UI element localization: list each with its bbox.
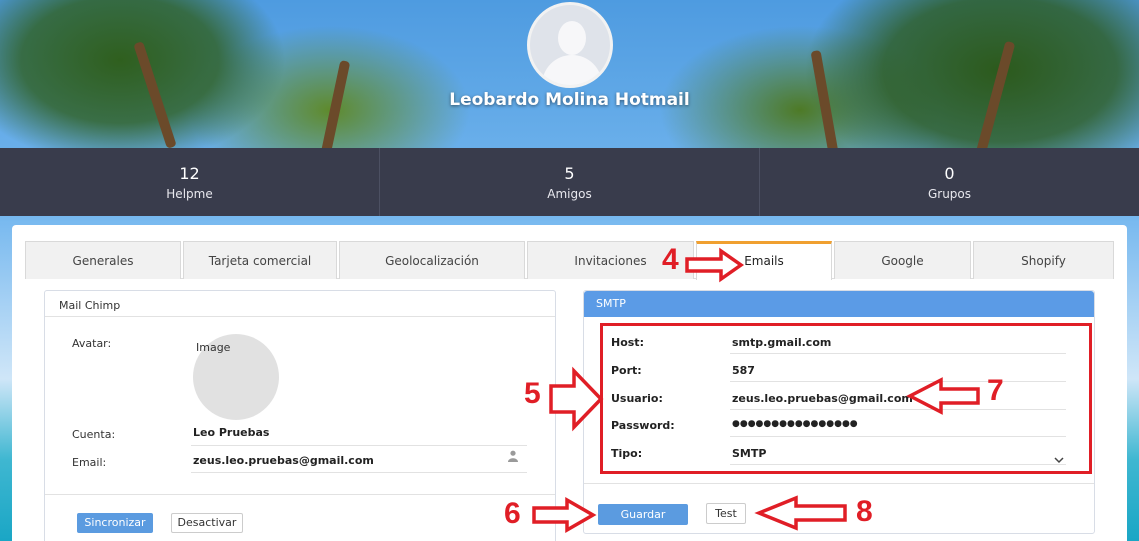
tab-generales[interactable]: Generales: [25, 241, 181, 279]
smtp-title: SMTP: [584, 291, 1094, 317]
annotation-arrow-5-icon: [549, 366, 604, 432]
avatar-label: Avatar:: [72, 337, 112, 350]
stat-amigos[interactable]: 5 Amigos: [379, 148, 759, 216]
annotation-number-7: 7: [987, 374, 1004, 407]
user-icon: [508, 447, 518, 462]
stat-helpme[interactable]: 12 Helpme: [0, 148, 379, 216]
tab-geolocalizacion[interactable]: Geolocalización: [339, 241, 525, 279]
desactivar-button[interactable]: Desactivar: [171, 513, 243, 533]
settings-tabs: Generales Tarjeta comercial Geolocalizac…: [25, 241, 1114, 280]
annotation-highlight-box: [600, 323, 1092, 474]
profile-avatar[interactable]: [527, 2, 613, 88]
cuenta-value: Leo Pruebas: [193, 426, 270, 439]
annotation-arrow-7-icon: [906, 377, 980, 415]
test-button[interactable]: Test: [706, 503, 746, 524]
tab-shopify[interactable]: Shopify: [973, 241, 1114, 279]
email-label: Email:: [72, 456, 107, 469]
profile-name: Leobardo Molina Hotmail: [449, 90, 690, 110]
annotation-number-5: 5: [524, 377, 541, 410]
annotation-number-6: 6: [504, 497, 521, 530]
stat-value: 5: [564, 164, 575, 183]
image-label: Image: [196, 341, 231, 354]
stats-bar: 12 Helpme 5 Amigos 0 Grupos: [0, 148, 1139, 216]
tab-google[interactable]: Google: [834, 241, 971, 279]
sincronizar-button[interactable]: Sincronizar: [77, 513, 153, 533]
annotation-arrow-6-icon: [532, 496, 597, 534]
stat-label: Amigos: [547, 187, 592, 201]
stat-grupos[interactable]: 0 Grupos: [759, 148, 1139, 216]
stat-label: Grupos: [927, 187, 972, 201]
stat-label: Helpme: [166, 187, 213, 201]
tab-tarjeta-comercial[interactable]: Tarjeta comercial: [183, 241, 337, 279]
guardar-button[interactable]: Guardar: [598, 504, 688, 525]
stat-value: 0: [944, 164, 955, 183]
email-value: zeus.leo.pruebas@gmail.com: [193, 454, 374, 467]
annotation-arrow-4-icon: [685, 247, 745, 283]
annotation-arrow-8-icon: [754, 495, 847, 531]
annotation-number-4: 4: [662, 243, 679, 276]
annotation-number-8: 8: [856, 495, 873, 528]
stat-value: 12: [179, 164, 200, 183]
user-silhouette-icon: [558, 21, 586, 55]
mailchimp-card: Mail Chimp Avatar: Image Cuenta: Leo Pru…: [44, 290, 556, 541]
cuenta-label: Cuenta:: [72, 428, 116, 441]
